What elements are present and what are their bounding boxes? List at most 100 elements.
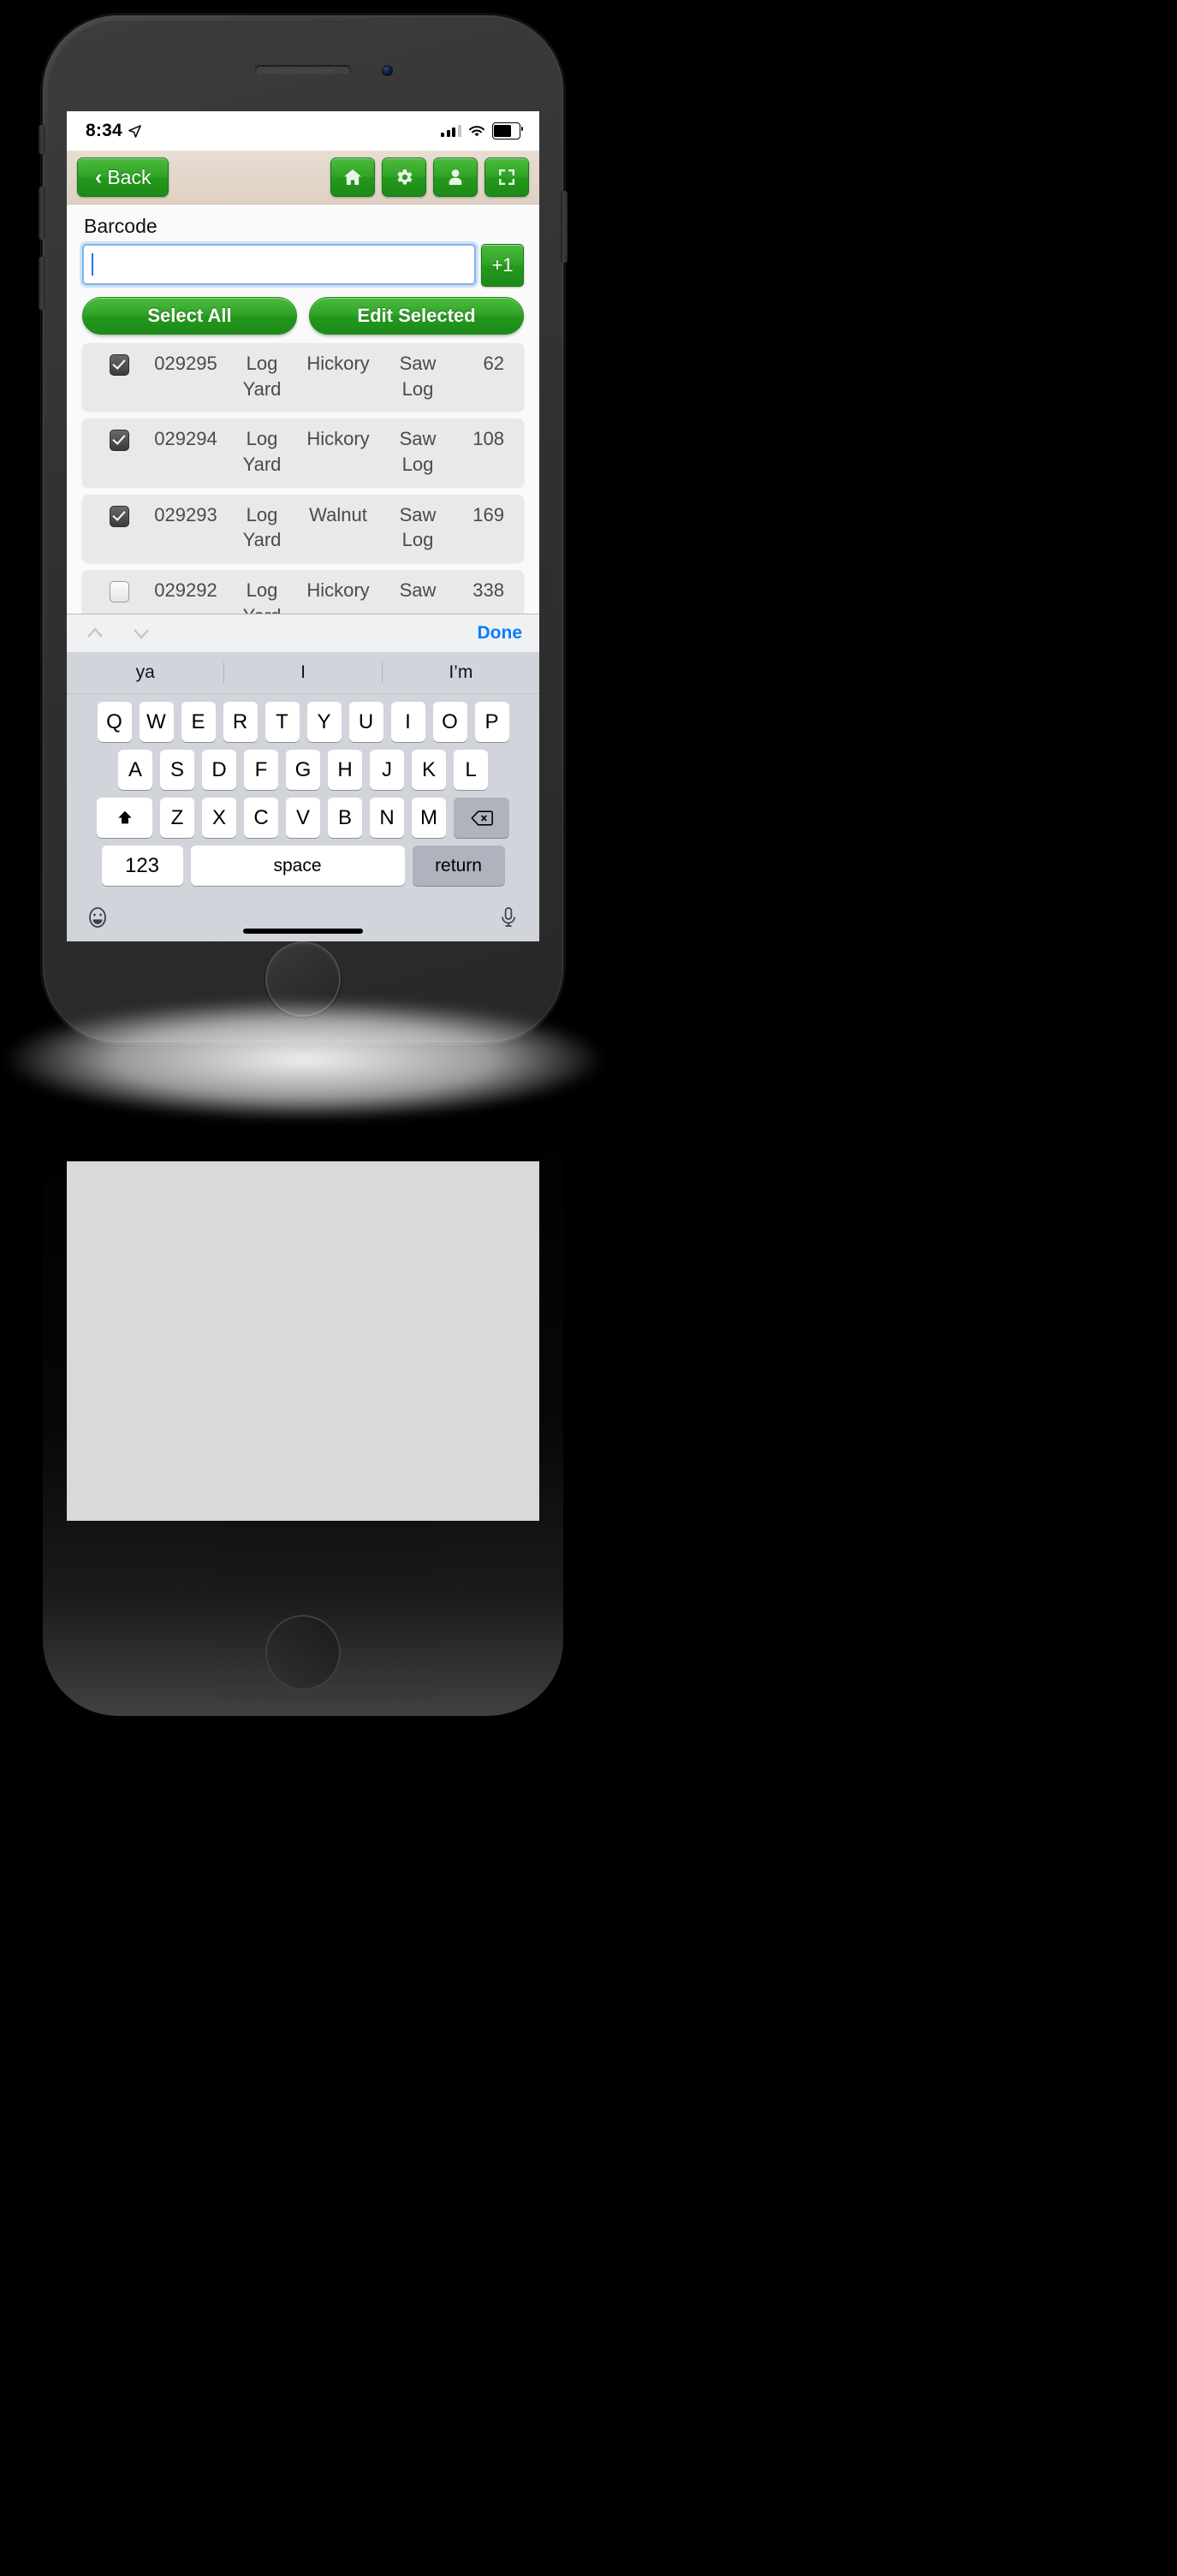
cell-product: Saw Log xyxy=(399,353,437,400)
key-q[interactable]: Q xyxy=(97,702,132,742)
key-a[interactable]: A xyxy=(118,750,152,790)
key-d[interactable]: D xyxy=(202,750,236,790)
item-list: 029295 Log Yard Hickory Saw Log 62 029294 Log … xyxy=(82,343,524,638)
cell-qty: 62 xyxy=(483,353,504,374)
key-n[interactable]: N xyxy=(370,798,404,838)
row-checkbox[interactable] xyxy=(110,430,129,452)
table-row[interactable]: 029295 Log Yard Hickory Saw Log 62 xyxy=(82,343,524,412)
shift-key[interactable] xyxy=(97,798,152,838)
key-m[interactable]: M xyxy=(412,798,446,838)
key-o[interactable]: O xyxy=(432,702,467,742)
battery-icon xyxy=(491,122,524,139)
prediction-item[interactable]: ya xyxy=(67,662,223,683)
phone-screen: 8:34 ‹ Back Barcode +1 Select All Edit S… xyxy=(67,111,539,941)
key-z[interactable]: Z xyxy=(160,798,194,838)
edit-selected-button[interactable]: Edit Selected xyxy=(309,297,524,335)
keyboard-row-3-letters: ZXCVBNM xyxy=(160,798,446,838)
cell-id: 029292 xyxy=(154,579,217,602)
return-key[interactable]: return xyxy=(412,846,505,886)
status-time-label: 8:34 xyxy=(86,121,122,140)
keyboard-row-3: ZXCVBNM xyxy=(67,798,539,838)
key-s[interactable]: S xyxy=(160,750,194,790)
cell-product: Saw Log xyxy=(399,428,437,476)
key-g[interactable]: G xyxy=(286,750,320,790)
silent-switch[interactable] xyxy=(39,125,45,154)
shift-arrow-icon xyxy=(117,810,132,823)
cell-id: 029294 xyxy=(154,428,217,450)
key-r[interactable]: R xyxy=(223,702,258,742)
key-k[interactable]: K xyxy=(412,750,446,790)
cell-species: Hickory xyxy=(306,579,370,602)
key-f[interactable]: F xyxy=(244,750,278,790)
cell-species: Hickory xyxy=(306,353,370,374)
key-u[interactable]: U xyxy=(348,702,383,742)
key-c[interactable]: C xyxy=(244,798,278,838)
cell-qty: 169 xyxy=(473,503,504,525)
cell-species: Hickory xyxy=(306,428,370,450)
volume-down-button[interactable] xyxy=(39,257,45,310)
increment-button[interactable]: +1 xyxy=(481,244,524,287)
onscreen-keyboard: Done ya I I’m QWERTYUIOP ASDFGHJKL ZXCVBNM xyxy=(67,614,539,941)
keyboard-accessory-bar: Done xyxy=(67,614,539,652)
key-p[interactable]: P xyxy=(474,702,509,742)
earpiece-speaker xyxy=(255,65,351,74)
table-row[interactable]: 029294 Log Yard Hickory Saw Log 108 xyxy=(82,418,524,487)
backspace-key[interactable] xyxy=(454,798,509,838)
power-button[interactable] xyxy=(561,191,568,263)
expand-icon xyxy=(499,169,514,185)
person-icon xyxy=(449,169,462,185)
keyboard-done-button[interactable]: Done xyxy=(478,623,523,644)
action-row: Select All Edit Selected xyxy=(82,297,524,335)
status-indicators xyxy=(441,122,524,139)
cell-species: Walnut xyxy=(309,503,367,525)
key-y[interactable]: Y xyxy=(306,702,342,742)
key-i[interactable]: I xyxy=(390,702,425,742)
front-camera xyxy=(382,65,393,76)
chevron-up-icon[interactable] xyxy=(84,622,106,644)
emoji-smiley-icon[interactable] xyxy=(86,905,110,929)
home-button[interactable] xyxy=(330,157,375,197)
keyboard-row-2: ASDFGHJKL xyxy=(67,750,539,790)
back-button[interactable]: ‹ Back xyxy=(77,157,169,197)
keyboard-nav-group xyxy=(84,622,152,644)
space-key[interactable]: space xyxy=(190,846,405,886)
key-j[interactable]: J xyxy=(370,750,404,790)
chevron-down-icon[interactable] xyxy=(130,622,152,644)
settings-button[interactable] xyxy=(382,157,426,197)
barcode-input[interactable] xyxy=(82,244,476,285)
key-b[interactable]: B xyxy=(328,798,362,838)
phone-device-frame: 8:34 ‹ Back Barcode +1 Select All Edit S… xyxy=(39,15,568,1042)
key-t[interactable]: T xyxy=(265,702,300,742)
prediction-item[interactable]: I xyxy=(223,662,381,683)
predictive-text-bar: ya I I’m xyxy=(67,652,539,694)
table-row[interactable]: 029293 Log Yard Walnut Saw Log 169 xyxy=(82,494,524,563)
microphone-icon[interactable] xyxy=(496,905,520,929)
key-l[interactable]: L xyxy=(454,750,488,790)
app-toolbar: ‹ Back xyxy=(67,151,539,205)
cell-location: Log Yard xyxy=(242,503,282,551)
prediction-item[interactable]: I’m xyxy=(381,662,539,683)
numbers-key[interactable]: 123 xyxy=(101,846,183,886)
keyboard-footer xyxy=(67,893,539,941)
home-icon xyxy=(344,169,361,185)
row-checkbox[interactable] xyxy=(110,581,129,603)
volume-up-button[interactable] xyxy=(39,187,45,240)
key-w[interactable]: W xyxy=(139,702,174,742)
backspace-icon xyxy=(470,810,493,826)
gear-icon xyxy=(397,169,413,185)
key-x[interactable]: X xyxy=(202,798,236,838)
cell-product: Saw Log xyxy=(399,503,437,551)
select-all-button[interactable]: Select All xyxy=(82,297,297,335)
status-bar: 8:34 xyxy=(67,111,539,151)
back-button-label: Back xyxy=(107,165,152,188)
fullscreen-button[interactable] xyxy=(484,157,529,197)
cell-product: Saw xyxy=(399,579,437,602)
reflection-screen xyxy=(67,1161,539,1521)
key-h[interactable]: H xyxy=(328,750,362,790)
row-checkbox[interactable] xyxy=(110,354,129,376)
key-v[interactable]: V xyxy=(286,798,320,838)
user-button[interactable] xyxy=(433,157,478,197)
key-e[interactable]: E xyxy=(181,702,216,742)
row-checkbox[interactable] xyxy=(110,505,129,527)
cell-location: Log Yard xyxy=(242,353,282,400)
